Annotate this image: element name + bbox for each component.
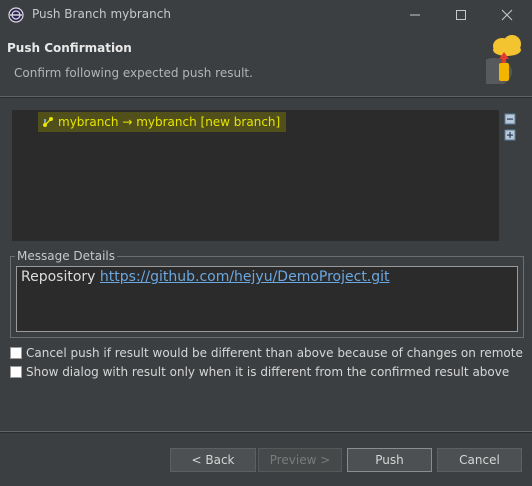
window-title: Push Branch mybranch bbox=[32, 7, 171, 21]
show-dialog-checkbox[interactable] bbox=[10, 366, 22, 378]
back-button[interactable]: < Back bbox=[170, 448, 256, 472]
show-dialog-label: Show dialog with result only when it is … bbox=[26, 365, 510, 379]
dialog-header: Push Confirmation Confirm following expe… bbox=[0, 30, 532, 96]
preview-button[interactable]: Preview > bbox=[258, 448, 342, 472]
tree-item-branch[interactable]: mybranch → mybranch [new branch] bbox=[38, 112, 287, 132]
cancel-push-label: Cancel push if result would be different… bbox=[26, 346, 523, 360]
close-icon bbox=[501, 9, 513, 21]
show-dialog-option[interactable]: Show dialog with result only when it is … bbox=[10, 364, 509, 380]
footer-separator-shadow bbox=[0, 432, 532, 433]
close-button[interactable] bbox=[484, 0, 530, 30]
page-description: Confirm following expected push result. bbox=[14, 66, 253, 80]
repository-link[interactable]: https://github.com/hejyu/DemoProject.git bbox=[100, 269, 390, 285]
push-button[interactable]: Push bbox=[347, 448, 432, 472]
push-to-cloud-icon bbox=[486, 35, 521, 84]
message-details-box[interactable]: Repository https://github.com/hejyu/Demo… bbox=[16, 266, 518, 332]
expand-all-icon[interactable] bbox=[504, 129, 516, 141]
collapse-all-icon[interactable] bbox=[504, 113, 516, 125]
push-result-tree[interactable]: mybranch → mybranch [new branch] bbox=[12, 110, 499, 241]
maximize-icon bbox=[456, 10, 466, 20]
minimize-icon bbox=[410, 14, 420, 16]
cancel-push-checkbox[interactable] bbox=[10, 347, 22, 359]
eclipse-icon bbox=[8, 7, 24, 23]
repository-prefix: Repository bbox=[21, 269, 96, 285]
message-details-label: Message Details bbox=[15, 249, 118, 263]
page-title: Push Confirmation bbox=[7, 41, 132, 55]
message-details-group: Message Details Repository https://githu… bbox=[10, 249, 524, 338]
cancel-push-option[interactable]: Cancel push if result would be different… bbox=[10, 345, 523, 361]
cancel-button[interactable]: Cancel bbox=[437, 448, 522, 472]
title-bar: Push Branch mybranch bbox=[0, 0, 532, 30]
tree-toolbar bbox=[504, 113, 518, 145]
header-separator-shadow bbox=[0, 97, 532, 98]
minimize-button[interactable] bbox=[392, 0, 438, 30]
tree-item-label: mybranch → mybranch [new branch] bbox=[58, 115, 281, 129]
maximize-button[interactable] bbox=[438, 0, 484, 30]
branch-push-icon bbox=[43, 117, 53, 127]
